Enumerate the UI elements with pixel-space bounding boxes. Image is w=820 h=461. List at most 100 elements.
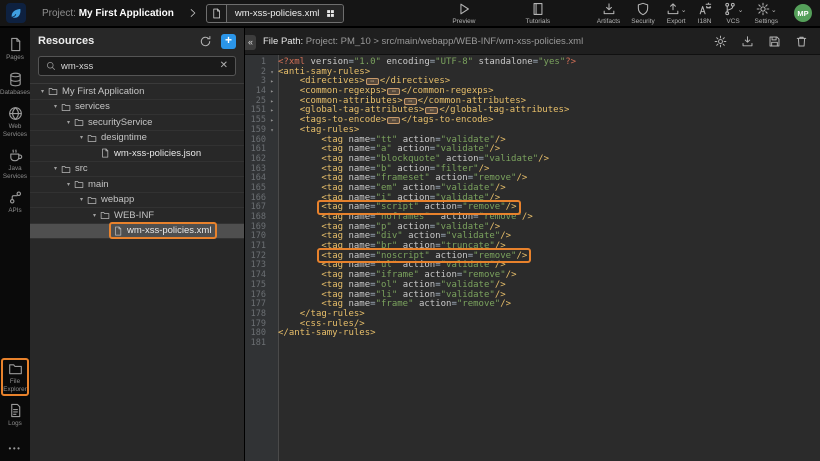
sidebar-item-logs[interactable]: Logs (0, 403, 30, 428)
topbar-right-actions: Artifacts Security ⌄ Export I18N ⌄ VCS ⌄… (597, 2, 812, 25)
app-logo[interactable] (6, 3, 26, 23)
download-icon[interactable] (741, 35, 754, 48)
code-fold-badge[interactable]: ⋯ (425, 107, 438, 114)
gutter-spacer (266, 194, 278, 204)
vcs-button[interactable]: ⌄ VCS (723, 2, 744, 25)
tree-item-wm-xss-policies-json[interactable]: wm-xss-policies.json (30, 146, 244, 162)
clear-search-icon[interactable]: ✕ (220, 61, 228, 71)
folder-icon (100, 210, 110, 220)
fold-toggle-icon[interactable]: ▸ (266, 87, 278, 97)
artifacts-icon (602, 2, 616, 16)
gutter-spacer (266, 310, 278, 320)
refresh-icon[interactable] (199, 35, 212, 48)
settings-label: Settings (755, 18, 779, 25)
resources-search-box[interactable]: ✕ (38, 56, 236, 76)
save-icon[interactable] (768, 35, 781, 48)
code-fold-badge[interactable]: ⋯ (387, 117, 400, 124)
tree-expand-icon[interactable]: ▾ (89, 212, 100, 219)
logs-icon (8, 403, 23, 418)
book-icon (531, 2, 545, 16)
code-fold-badge[interactable]: ⋯ (387, 88, 400, 95)
security-button[interactable]: Security (631, 2, 654, 25)
editor-header: File Path: Project: PM_10 > src/main/web… (245, 28, 820, 55)
fold-toggle-icon[interactable]: ▸ (266, 106, 278, 116)
artifacts-button[interactable]: Artifacts (597, 2, 620, 25)
user-avatar[interactable]: MP (794, 4, 812, 22)
fold-toggle-icon[interactable]: ▸ (266, 97, 278, 107)
search-input[interactable] (61, 61, 215, 72)
sidebar-item-label: Databases (0, 89, 30, 97)
sidebar-item-apis[interactable]: APIs (0, 190, 30, 215)
tree-expand-icon[interactable]: ▾ (63, 181, 74, 188)
grid-icon[interactable] (326, 9, 335, 18)
gutter-spacer (266, 223, 278, 233)
gutter-spacer (266, 320, 278, 330)
sidebar-item-label: Web Services (0, 123, 30, 138)
preview-label: Preview (452, 18, 475, 25)
add-resource-button[interactable]: + (221, 34, 236, 49)
sidebar-item-databases[interactable]: Databases (0, 72, 30, 97)
tree-item-webapp[interactable]: ▾ webapp (30, 193, 244, 209)
left-icon-sidebar: Pages Databases Web Services Java Servic… (0, 28, 30, 461)
fold-toggle-icon[interactable]: ▸ (266, 77, 278, 87)
sidebar-item-file-explorer[interactable]: File Explorer (0, 361, 30, 393)
tutorials-button[interactable]: Tutorials (525, 2, 550, 25)
pages-icon (8, 37, 23, 52)
collapse-resources-button[interactable]: « (245, 35, 256, 50)
sidebar-item-web-services[interactable]: Web Services (0, 106, 30, 138)
tree-item-wm-xss-policies-xml[interactable]: wm-xss-policies.xml (30, 224, 244, 240)
tree-item-label: My First Application (62, 86, 144, 97)
sidebar-item-java-services[interactable]: Java Services (0, 148, 30, 180)
tree-item-label: wm-xss-policies.json (114, 148, 201, 159)
app-root: Project: My First Application wm-xss-pol… (0, 0, 820, 461)
tree-expand-icon[interactable]: ▾ (50, 165, 61, 172)
folder-icon (87, 195, 97, 205)
code-fold-badge[interactable]: ⋯ (404, 98, 417, 105)
code-line-180[interactable]: 180 </anti-samy-rules> (245, 329, 820, 339)
tree-item-web-inf[interactable]: ▾ WEB-INF (30, 208, 244, 224)
topbar: Project: My First Application wm-xss-pol… (0, 0, 820, 28)
tree-expand-icon[interactable]: ▾ (50, 103, 61, 110)
tree-expand-icon[interactable]: ▾ (76, 196, 87, 203)
project-label: Project: (42, 8, 76, 19)
tree-item-securityservice[interactable]: ▾ securityService (30, 115, 244, 131)
tree-expand-icon[interactable]: ▾ (76, 134, 87, 141)
fold-toggle-icon[interactable]: ▾ (266, 68, 278, 78)
code-editor[interactable]: 1 <?xml version="1.0" encoding="UTF-8" s… (245, 55, 820, 461)
tree-item-services[interactable]: ▾ services (30, 100, 244, 116)
gutter-spacer (266, 291, 278, 301)
code-line-181[interactable]: 181 (245, 339, 820, 349)
tree-item-my-first-application[interactable]: ▾ My First Application (30, 84, 244, 100)
fold-toggle-icon[interactable]: ▸ (266, 116, 278, 126)
tree-expand-icon[interactable]: ▾ (37, 88, 48, 95)
tree-item-label: wm-xss-policies.xml (127, 225, 211, 236)
file-path-label: File Path: (263, 36, 303, 47)
chevron-down-icon: ⌄ (681, 9, 687, 13)
file-tab-doc-button[interactable] (207, 5, 227, 22)
tab-wm-xss-policies[interactable]: wm-xss-policies.xml (227, 5, 343, 22)
tree-item-src[interactable]: ▾ src (30, 162, 244, 178)
folder-icon (61, 164, 71, 174)
sidebar-item-more[interactable]: ••• (0, 438, 30, 453)
preview-button[interactable]: Preview (452, 2, 475, 25)
code-line-172[interactable]: 172 <tag name="noscript" action="remove"… (245, 252, 820, 262)
java-services-icon (8, 148, 23, 163)
gutter-spacer (266, 261, 278, 271)
tree-expand-icon[interactable]: ▾ (63, 119, 74, 126)
i18n-label: I18N (698, 18, 712, 25)
settings-icon[interactable] (714, 35, 727, 48)
sidebar-item-pages[interactable]: Pages (0, 37, 30, 62)
settings-button[interactable]: ⌄ Settings (755, 2, 779, 25)
resources-header: Resources + (30, 28, 244, 54)
export-button[interactable]: ⌄ Export (666, 2, 687, 25)
code-fold-badge[interactable]: ⋯ (366, 78, 379, 85)
tree-item-main[interactable]: ▾ main (30, 177, 244, 193)
sidebar-item-label: Pages (6, 54, 24, 62)
delete-icon[interactable] (795, 35, 808, 48)
file-icon (113, 226, 123, 236)
project-name: My First Application (79, 8, 174, 19)
i18n-button[interactable]: I18N (698, 2, 712, 25)
tree-item-designtime[interactable]: ▾ designtime (30, 131, 244, 147)
sidebar-item-label: APIs (8, 207, 21, 215)
fold-toggle-icon[interactable]: ▾ (266, 126, 278, 136)
